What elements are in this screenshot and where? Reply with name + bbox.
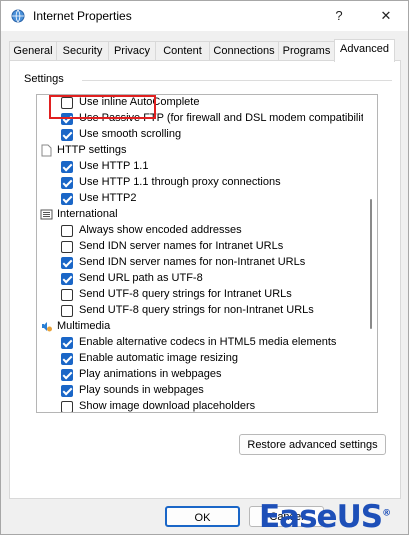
scrollbar-thumb[interactable] xyxy=(370,199,372,329)
option-label: Send IDN server names for Intranet URLs xyxy=(79,240,284,252)
settings-group-label: Settings xyxy=(24,73,64,85)
window-title: Internet Properties xyxy=(33,9,132,23)
highlight-box xyxy=(49,95,156,119)
option-label: Play animations in webpages xyxy=(79,368,222,380)
tab-content[interactable]: Content xyxy=(155,41,210,61)
option-send-idn-server-names-for-non-intranet-urls[interactable]: Send IDN server names for non-Intranet U… xyxy=(37,255,363,271)
option-show-image-download-placeholders[interactable]: Show image download placeholders xyxy=(37,399,363,412)
tab-programs[interactable]: Programs xyxy=(278,41,335,61)
option-use-http-1-1-through-proxy-connections[interactable]: Use HTTP 1.1 through proxy connections xyxy=(37,175,363,191)
checkbox-unchecked[interactable] xyxy=(61,401,73,412)
option-label: Send UTF-8 query strings for non-Intrane… xyxy=(79,304,314,316)
tab-connections[interactable]: Connections xyxy=(209,41,279,61)
list-icon xyxy=(40,209,53,220)
checkbox-unchecked[interactable] xyxy=(61,305,73,317)
option-label: Send URL path as UTF-8 xyxy=(79,272,203,284)
option-send-url-path-as-utf-8[interactable]: Send URL path as UTF-8 xyxy=(37,271,363,287)
easeus-watermark-logo: EaseUS® xyxy=(259,499,391,535)
checkbox-unchecked[interactable] xyxy=(61,289,73,301)
option-label: Send UTF-8 query strings for Intranet UR… xyxy=(79,288,292,300)
tab-general[interactable]: General xyxy=(9,41,57,61)
restore-advanced-settings-button[interactable]: Restore advanced settings xyxy=(239,434,386,455)
option-play-animations-in-webpages[interactable]: Play animations in webpages xyxy=(37,367,363,383)
checkbox-checked[interactable] xyxy=(61,337,73,349)
option-use-smooth-scrolling[interactable]: Use smooth scrolling xyxy=(37,127,363,143)
checkbox-checked[interactable] xyxy=(61,353,73,365)
settings-list-items: Use inline AutoComplete Use Passive FTP (… xyxy=(37,95,363,412)
option-label: Use HTTP 1.1 xyxy=(79,160,149,172)
option-label: Send IDN server names for non-Intranet U… xyxy=(79,256,306,268)
tab-security[interactable]: Security xyxy=(56,41,109,61)
option-label: Always show encoded addresses xyxy=(79,224,242,236)
option-send-utf-8-query-strings-for-intranet-urls[interactable]: Send UTF-8 query strings for Intranet UR… xyxy=(37,287,363,303)
checkbox-unchecked[interactable] xyxy=(61,241,73,253)
category-label: Multimedia xyxy=(57,320,111,332)
close-button[interactable]: ✕ xyxy=(375,6,397,26)
option-use-http2[interactable]: Use HTTP2 xyxy=(37,191,363,207)
group-divider xyxy=(82,80,392,81)
checkbox-checked[interactable] xyxy=(61,369,73,381)
ok-button[interactable]: OK xyxy=(165,506,240,527)
option-label: Use HTTP 1.1 through proxy connections xyxy=(79,176,281,188)
multimedia-icon xyxy=(42,322,52,332)
watermark-text: EaseUS xyxy=(259,499,383,535)
option-label: Enable automatic image resizing xyxy=(79,352,238,364)
title-bar: Internet Properties ? ✕ xyxy=(1,1,408,31)
checkbox-checked[interactable] xyxy=(61,257,73,269)
option-always-show-encoded-addresses[interactable]: Always show encoded addresses xyxy=(37,223,363,239)
option-play-sounds-in-webpages[interactable]: Play sounds in webpages xyxy=(37,383,363,399)
checkbox-unchecked[interactable] xyxy=(61,225,73,237)
globe-icon xyxy=(11,9,25,23)
checkbox-checked[interactable] xyxy=(61,385,73,397)
scrollbar[interactable] xyxy=(365,95,377,412)
watermark-reg-mark: ® xyxy=(382,508,391,519)
category-label: International xyxy=(57,208,118,220)
internet-properties-window: Internet Properties ? ✕ General Security… xyxy=(0,0,409,535)
option-label: Use HTTP2 xyxy=(79,192,137,204)
tab-privacy[interactable]: Privacy xyxy=(108,41,156,61)
option-label: Play sounds in webpages xyxy=(79,384,204,396)
option-send-idn-server-names-for-intranet-urls[interactable]: Send IDN server names for Intranet URLs xyxy=(37,239,363,255)
option-use-http-1-1[interactable]: Use HTTP 1.1 xyxy=(37,159,363,175)
checkbox-checked[interactable] xyxy=(61,193,73,205)
option-send-utf-8-query-strings-for-non-intranet-urls[interactable]: Send UTF-8 query strings for non-Intrane… xyxy=(37,303,363,319)
option-label: Enable alternative codecs in HTML5 media… xyxy=(79,336,337,348)
checkbox-checked[interactable] xyxy=(61,161,73,173)
category-international: International xyxy=(37,207,363,223)
option-enable-automatic-image-resizing[interactable]: Enable automatic image resizing xyxy=(37,351,363,367)
page-icon xyxy=(41,144,52,157)
checkbox-checked[interactable] xyxy=(61,129,73,141)
tab-advanced[interactable]: Advanced xyxy=(334,39,395,62)
checkbox-checked[interactable] xyxy=(61,273,73,285)
category-multimedia: Multimedia xyxy=(37,319,363,335)
settings-list[interactable]: Use inline AutoComplete Use Passive FTP (… xyxy=(36,94,378,413)
category-http-settings: HTTP settings xyxy=(37,143,363,159)
option-label: Use smooth scrolling xyxy=(79,128,182,140)
option-label: Show image download placeholders xyxy=(79,400,256,412)
advanced-panel: Settings Use inline AutoComplete Use Pass… xyxy=(9,60,401,499)
help-button[interactable]: ? xyxy=(328,6,350,26)
option-enable-alternative-codecs-in-html5-media-elements[interactable]: Enable alternative codecs in HTML5 media… xyxy=(37,335,363,351)
checkbox-checked[interactable] xyxy=(61,177,73,189)
category-label: HTTP settings xyxy=(57,144,127,156)
